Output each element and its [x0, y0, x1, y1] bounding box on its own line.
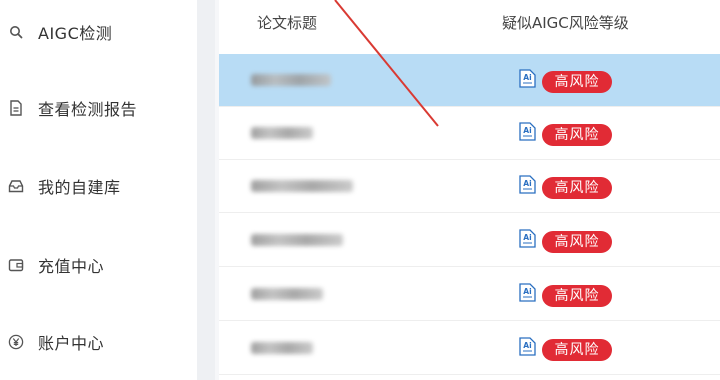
inbox-icon	[8, 178, 24, 194]
sidebar-item-label: AIGC检测	[38, 24, 113, 43]
risk-badge: 高风险	[542, 124, 612, 146]
svg-text:Ai: Ai	[523, 179, 531, 188]
title-cell-blurred	[251, 234, 343, 246]
yen-icon	[8, 334, 24, 350]
risk-badge: 高风险	[542, 71, 612, 93]
sidebar-item-label: 我的自建库	[38, 178, 121, 197]
sidebar-item-recharge[interactable]: 充值中心	[0, 245, 200, 285]
table-row[interactable]: Ai 高风险	[219, 54, 720, 107]
title-cell-blurred	[251, 342, 313, 354]
sidebar-item-label: 账户中心	[38, 334, 105, 353]
table-row[interactable]: Ai 高风险	[219, 214, 720, 267]
risk-badge: 高风险	[542, 231, 612, 253]
title-cell-blurred	[251, 288, 323, 300]
wallet-icon	[8, 257, 24, 273]
ai-document-icon: Ai	[519, 175, 536, 194]
table-row[interactable]: Ai 高风险	[219, 322, 720, 375]
ai-document-icon: Ai	[519, 283, 536, 302]
svg-text:Ai: Ai	[523, 73, 531, 82]
column-header-risk: 疑似AIGC风险等级	[502, 14, 629, 32]
sidebar-divider	[197, 0, 215, 380]
ai-document-icon: Ai	[519, 229, 536, 248]
table-row[interactable]: Ai 高风险	[219, 107, 720, 160]
table-row[interactable]: Ai 高风险	[219, 268, 720, 321]
risk-badge: 高风险	[542, 177, 612, 199]
ai-document-icon: Ai	[519, 69, 536, 88]
sidebar-item-view-reports[interactable]: 查看检测报告	[0, 88, 200, 128]
svg-text:Ai: Ai	[523, 287, 531, 296]
sidebar-item-aigc-detect[interactable]: AIGC检测	[0, 12, 200, 52]
document-icon	[8, 100, 24, 116]
sidebar-item-account[interactable]: 账户中心	[0, 322, 200, 362]
svg-text:Ai: Ai	[523, 126, 531, 135]
search-icon	[8, 24, 24, 40]
svg-text:Ai: Ai	[523, 341, 531, 350]
risk-badge: 高风险	[542, 285, 612, 307]
sidebar-item-label: 充值中心	[38, 257, 105, 276]
svg-text:Ai: Ai	[523, 233, 531, 242]
title-cell-blurred	[251, 74, 331, 86]
sidebar: AIGC检测 查看检测报告 我的自建库 充值中心 账户中心	[0, 0, 200, 380]
sidebar-item-my-library[interactable]: 我的自建库	[0, 166, 200, 206]
report-table: 论文标题 疑似AIGC风险等级 Ai 高风险 Ai 高风险 Ai 高风险 Ai …	[219, 0, 720, 380]
risk-badge: 高风险	[542, 339, 612, 361]
sidebar-item-label: 查看检测报告	[38, 100, 138, 119]
title-cell-blurred	[251, 127, 313, 139]
title-cell-blurred	[251, 180, 353, 192]
ai-document-icon: Ai	[519, 337, 536, 356]
column-header-title: 论文标题	[257, 14, 318, 32]
table-row[interactable]: Ai 高风险	[219, 160, 720, 213]
ai-document-icon: Ai	[519, 122, 536, 141]
